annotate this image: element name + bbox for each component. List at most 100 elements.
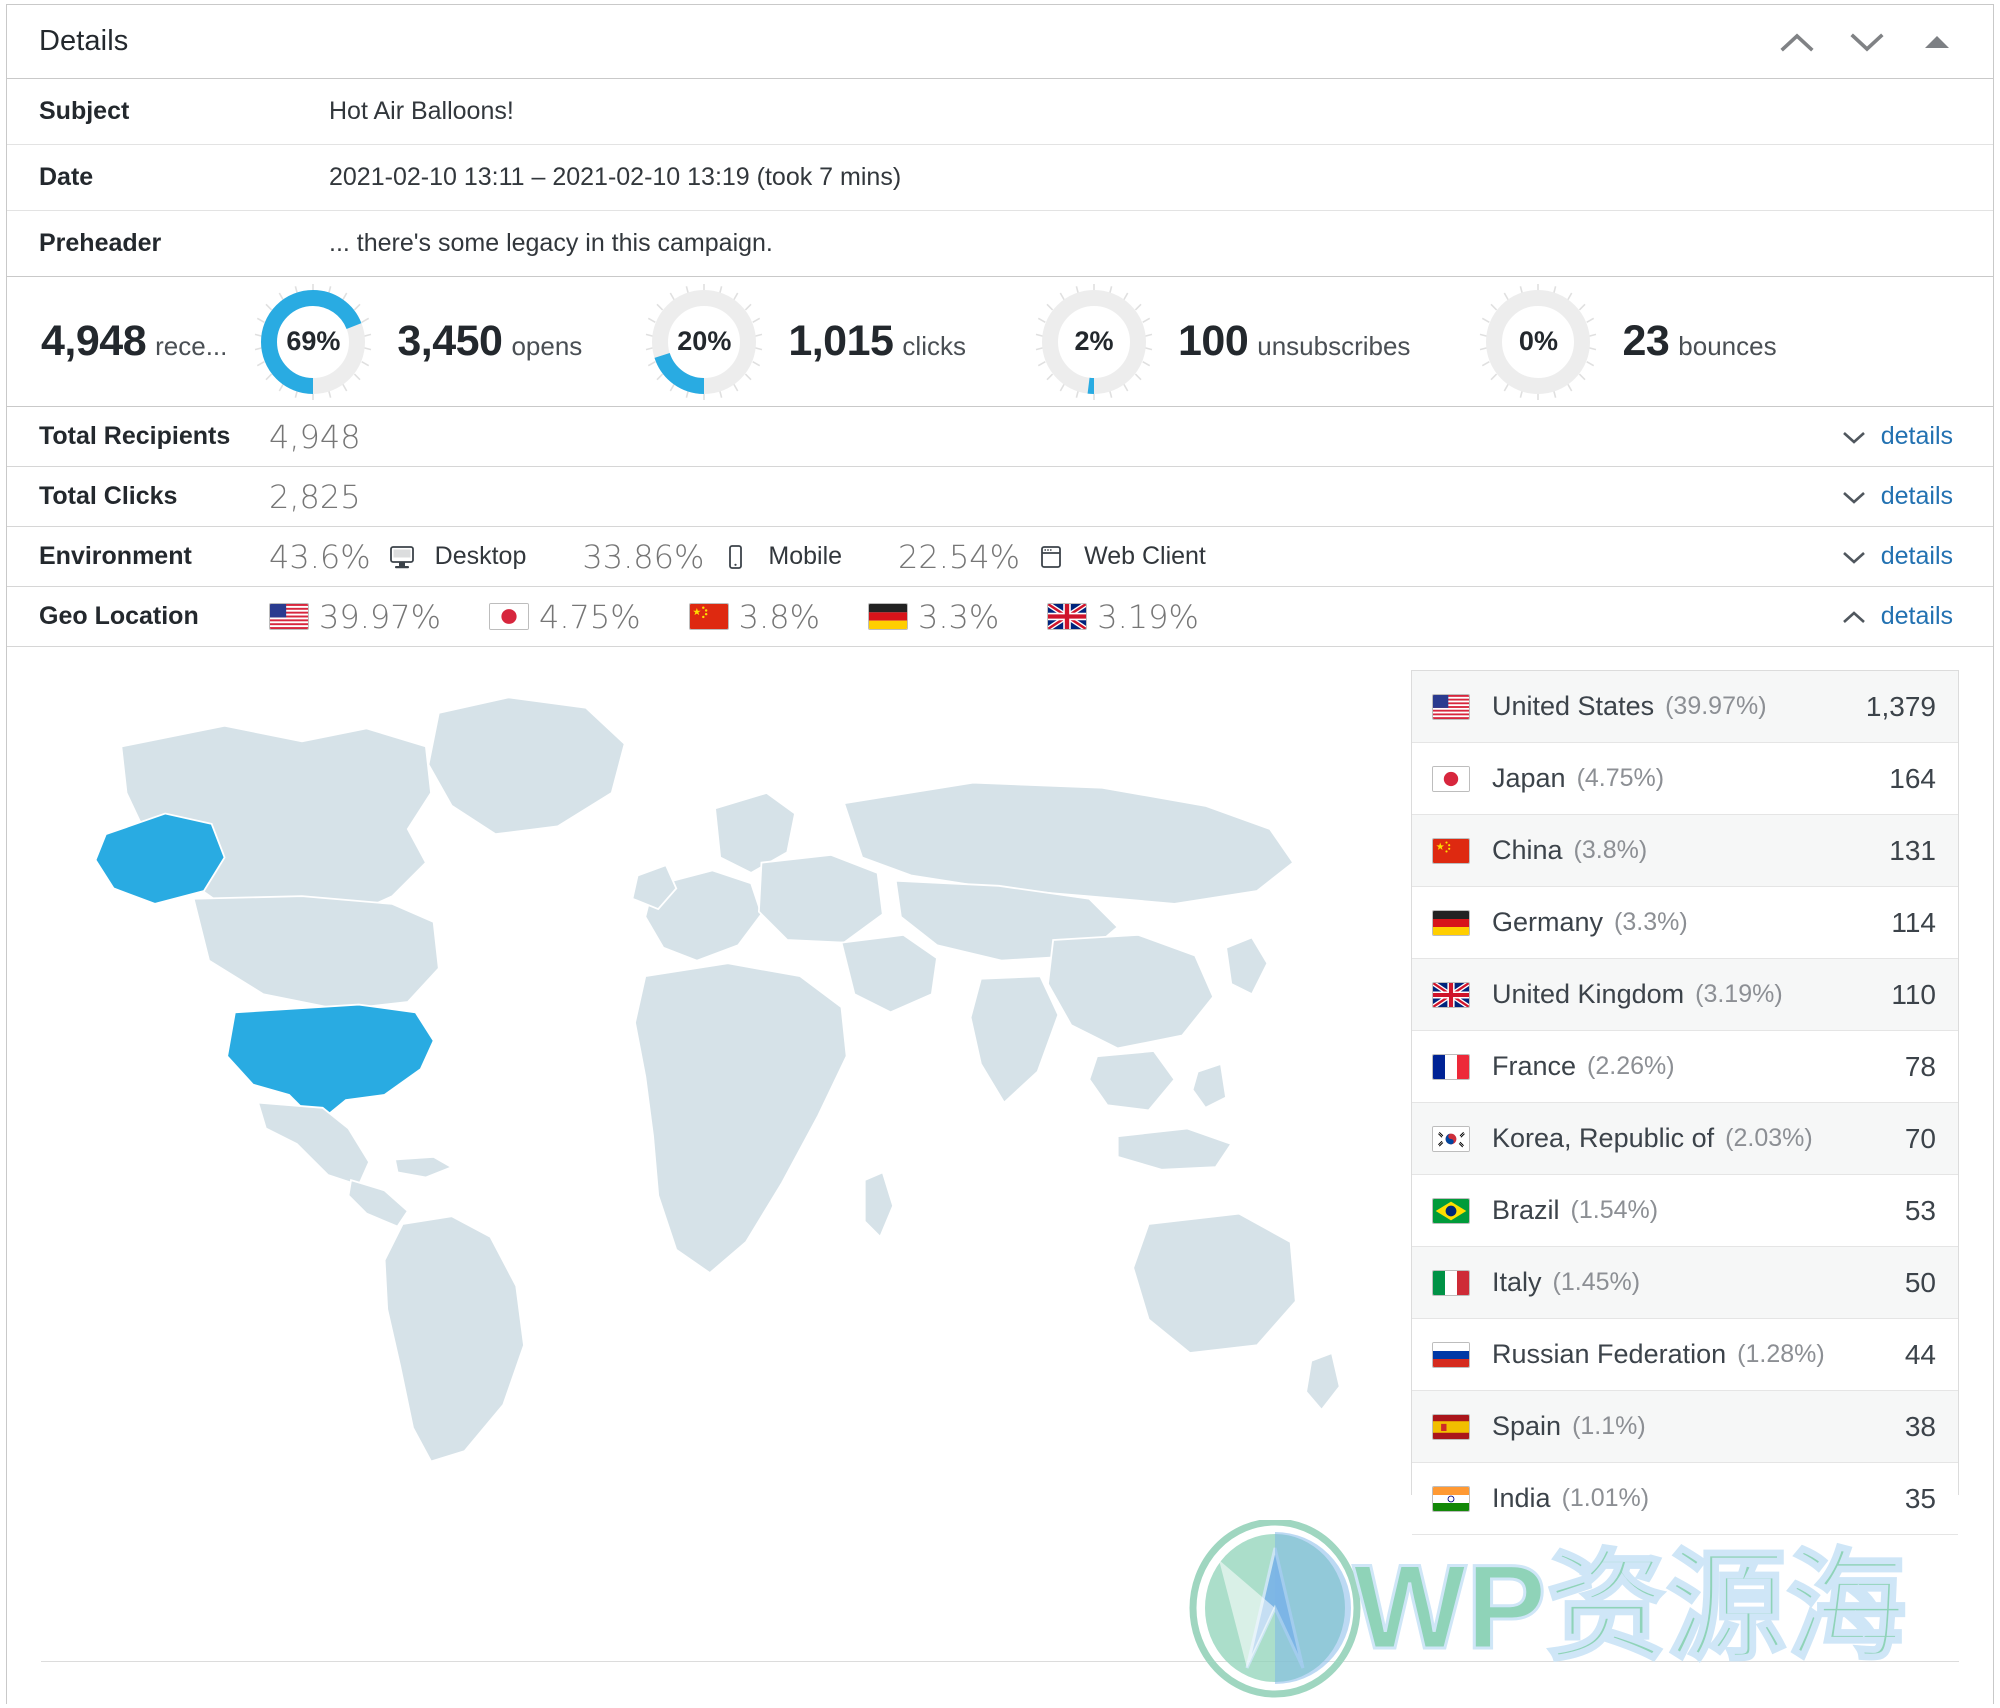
country-name: Germany (1492, 907, 1604, 937)
details-toggle-geo-location[interactable]: details (1841, 602, 1961, 631)
stat-number: 4,948 (41, 317, 147, 365)
stat-number: 23 (1622, 317, 1670, 365)
country-row-china[interactable]: China (3.8%) 131 (1412, 815, 1958, 887)
country-row-japan[interactable]: Japan (4.75%) 164 (1412, 743, 1958, 815)
header-icon-group (1775, 20, 1971, 64)
flag-icon-gb (1432, 981, 1470, 1008)
geo-details-body: United States (39.97%) 1,379 Japan (4.75… (7, 647, 1993, 1535)
country-count: 1,379 (1865, 690, 1936, 722)
country-canada-main (192, 895, 440, 1011)
row-label: Geo Location (39, 602, 199, 630)
details-label: details (1880, 542, 1953, 570)
country-percent: (2.26%) (1587, 1052, 1675, 1080)
flag-icon-kr (1432, 1125, 1470, 1152)
country-count: 50 (1904, 1266, 1936, 1298)
environment-item-web-client: 22.54% Web Client (898, 538, 1206, 576)
country-percent: (1.45%) (1552, 1268, 1641, 1296)
meta-label: Subject (39, 97, 130, 125)
geo-summary-item-cn: 3.8% (688, 598, 820, 636)
flag-icon-gb (1047, 603, 1088, 630)
country-japan (1225, 936, 1269, 996)
details-toggle-total-recipients[interactable]: details (1841, 422, 1961, 451)
donut-opens: 69% (253, 282, 373, 402)
stat-clicks: 1,015 clicks (788, 317, 966, 366)
panel-header: Details (7, 5, 1993, 79)
country-name: India (1492, 1483, 1551, 1513)
world-map-svg (94, 696, 1341, 1463)
country-percent: (4.75%) (1576, 764, 1665, 792)
chevron-down-icon[interactable] (1845, 20, 1889, 64)
details-toggle-environment[interactable]: details (1841, 542, 1961, 571)
country-name: Italy (1492, 1267, 1542, 1297)
stat-unit: unsubscribes (1257, 331, 1411, 361)
donut-clicks: 20% (644, 282, 764, 402)
country-south-america (383, 1215, 525, 1463)
stats-strip: 4,948 rece... 69% 3,450 opens 20% 1,015 … (7, 277, 1993, 407)
stat-unit: clicks (902, 331, 966, 361)
stat-bounces: 23 bounces (1622, 317, 1776, 366)
environment-item-desktop: 43.6% Desktop (269, 538, 526, 576)
country-count: 38 (1904, 1410, 1936, 1442)
country-africa (634, 962, 848, 1275)
details-label: details (1880, 602, 1953, 630)
meta-label: Preheader (39, 229, 162, 257)
geo-summary-percent: 39.97% (319, 597, 442, 636)
country-row-italy[interactable]: Italy (1.45%) 50 (1412, 1247, 1958, 1319)
flag-icon-us (1432, 693, 1470, 720)
page-title: Details (39, 25, 129, 57)
details-toggle-total-clicks[interactable]: details (1841, 482, 1961, 511)
country-southeast-asia (1088, 1050, 1176, 1112)
environment-percent: 33.86% (582, 537, 705, 576)
country-name: Brazil (1492, 1195, 1560, 1225)
country-mexico (256, 1101, 371, 1187)
flag-icon-ru (1432, 1341, 1470, 1368)
country-percent: (3.8%) (1573, 836, 1648, 864)
world-map[interactable] (41, 669, 1389, 1495)
country-row-spain[interactable]: Spain (1.1%) 38 (1412, 1391, 1958, 1463)
web-client-icon (1036, 542, 1066, 572)
donut-percent-label: 69% (286, 326, 341, 356)
environment-item-mobile: 33.86% Mobile (582, 538, 842, 576)
environment-percent: 22.54% (898, 537, 1021, 576)
country-percent: (3.19%) (1695, 980, 1783, 1008)
geo-summary-percent: 3.19% (1097, 597, 1199, 636)
geo-summary-percent: 3.3% (917, 597, 1000, 636)
row-value: 2,825 (269, 477, 361, 516)
stat-number: 3,450 (397, 317, 503, 365)
chevron-up-icon (1842, 610, 1865, 623)
flag-icon-jp (489, 603, 530, 630)
row-label: Environment (39, 542, 192, 570)
country-australia (1132, 1212, 1297, 1354)
country-middle-east (840, 933, 938, 1014)
country-count: 114 (1891, 906, 1936, 938)
stat-recipients: 4,948 rece... (41, 317, 227, 366)
flag-icon-it (1432, 1269, 1470, 1296)
country-row-germany[interactable]: Germany (3.3%) 114 (1412, 887, 1958, 959)
country-row-india[interactable]: India (1.01%) 35 (1412, 1463, 1958, 1535)
country-name: United Kingdom (1492, 979, 1685, 1009)
chevron-up-icon[interactable] (1775, 20, 1819, 64)
geo-summary-item-jp: 4.75% (489, 598, 641, 636)
chevron-down-icon (1842, 491, 1865, 504)
row-label: Total Clicks (39, 482, 178, 510)
collapse-triangle-icon[interactable] (1915, 20, 1959, 64)
country-row-france[interactable]: France (2.26%) 78 (1412, 1031, 1958, 1103)
country-percent: (1.28%) (1737, 1340, 1825, 1368)
details-panel: Details Subject Hot Air Balloons! Date 2… (6, 4, 1994, 1704)
country-row-brazil[interactable]: Brazil (1.54%) 53 (1412, 1175, 1958, 1247)
donut-percent-label: 2% (1074, 326, 1114, 356)
country-count: 164 (1889, 762, 1936, 794)
meta-value: 2021-02-10 13:11 – 2021-02-10 13:19 (too… (329, 163, 902, 191)
row-value: 4,948 (269, 417, 361, 456)
country-row-korea[interactable]: Korea, Republic of (2.03%) 70 (1412, 1103, 1958, 1175)
country-count: 131 (1889, 834, 1936, 866)
country-row-united-states[interactable]: United States (39.97%) 1,379 (1412, 671, 1958, 743)
stat-unit: rece... (155, 331, 228, 361)
country-percent: (1.1%) (1572, 1412, 1646, 1440)
meta-row-date: Date 2021-02-10 13:11 – 2021-02-10 13:19… (7, 145, 1993, 211)
country-row-united-kingdom[interactable]: United Kingdom (3.19%) 110 (1412, 959, 1958, 1031)
country-name: Russian Federation (1492, 1339, 1727, 1369)
country-count: 44 (1904, 1338, 1936, 1370)
country-row-russian-federation[interactable]: Russian Federation (1.28%) 44 (1412, 1319, 1958, 1391)
environment-name: Web Client (1084, 542, 1206, 570)
